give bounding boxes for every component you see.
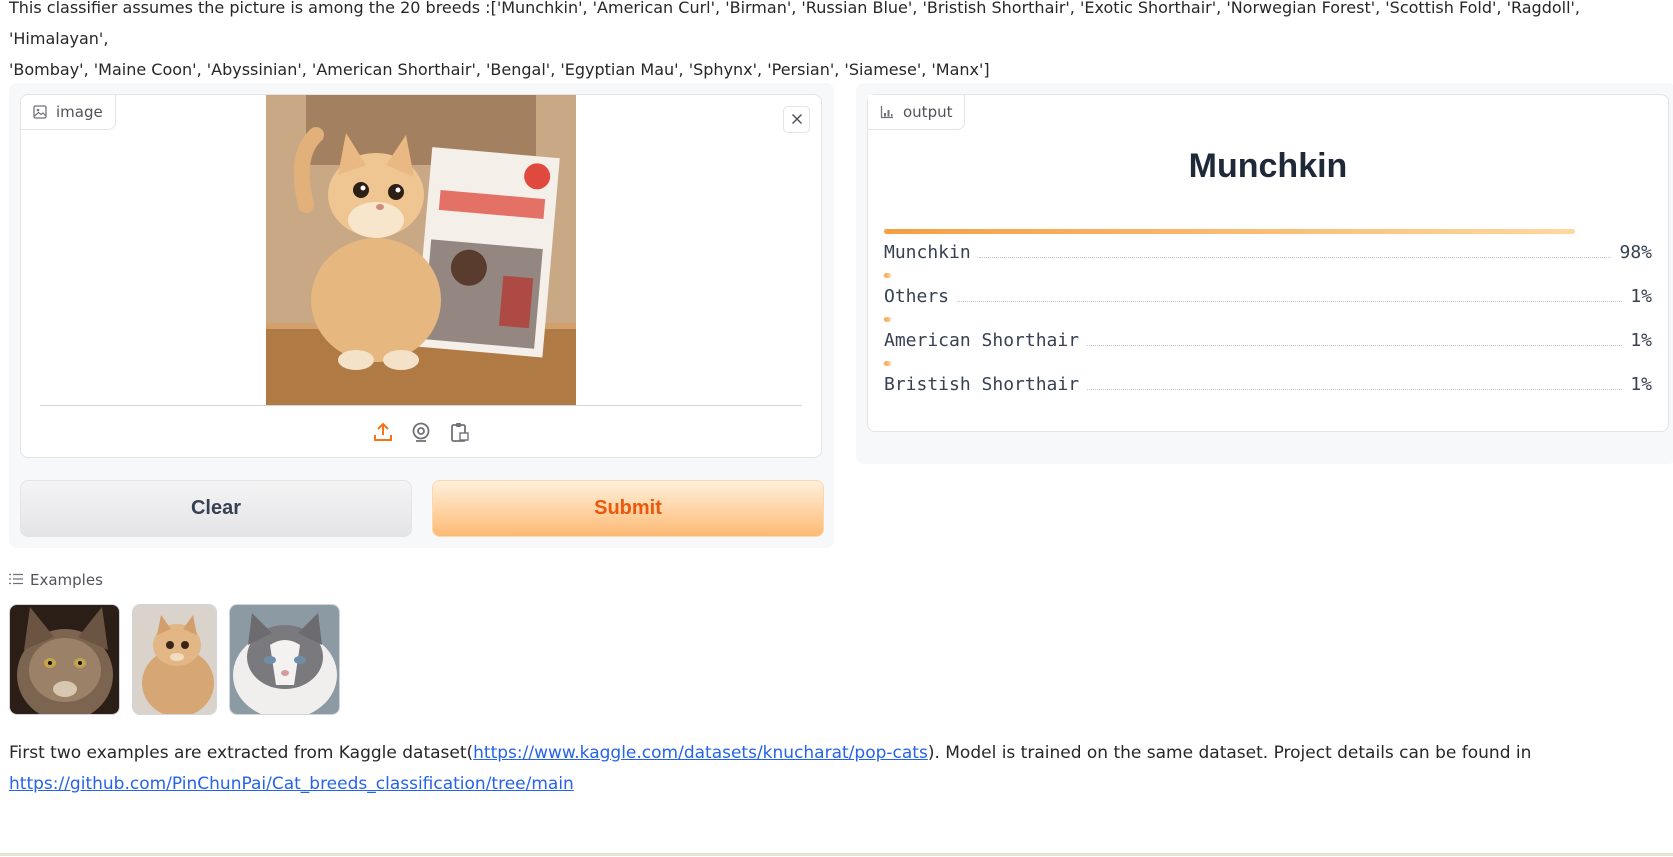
confidence-row: Munchkin 98%: [884, 242, 1652, 263]
confidence-row: Others 1%: [884, 286, 1652, 307]
example-thumbnail-3[interactable]: [229, 604, 340, 715]
footer-text: First two examples are extracted from Ka…: [9, 738, 1609, 800]
dotted-leader: [978, 257, 1612, 258]
list-icon: [9, 571, 23, 589]
close-icon: [791, 110, 803, 129]
confidence-label: Others: [884, 286, 950, 307]
output-label-tag: output: [868, 95, 966, 130]
output-label: output: [903, 103, 953, 121]
dotted-leader: [1087, 389, 1623, 390]
confidence-label: American Shorthair: [884, 330, 1080, 351]
image-icon: [33, 105, 47, 119]
page-bottom-edge: [0, 853, 1673, 856]
confidence-bar: [884, 317, 891, 322]
footer-text-1: First two examples are extracted from Ka…: [9, 743, 474, 763]
confidence-list: Munchkin 98% Others 1% American Shorthair 1% B…: [884, 229, 1652, 395]
examples-header: Examples: [9, 571, 103, 589]
clear-image-button[interactable]: [783, 106, 810, 133]
confidence-bar: [884, 229, 1575, 234]
predicted-label: Munchkin: [1188, 147, 1348, 185]
image-label: image: [56, 103, 103, 121]
github-project-link[interactable]: https://github.com/PinChunPai/Cat_breeds…: [9, 774, 574, 794]
confidence-item: Bristish Shorthair 1%: [884, 361, 1652, 395]
output-panel: output Munchkin Munchkin 98% Others 1% Ameri…: [856, 83, 1673, 464]
description: This classifier assumes the picture is a…: [9, 0, 1669, 85]
description-line-1: This classifier assumes the picture is a…: [9, 0, 1581, 48]
confidence-bar: [884, 273, 891, 278]
example-thumbnail-1[interactable]: [9, 604, 120, 715]
footer-text-2: ). Model is trained on the same dataset.…: [927, 743, 1532, 763]
confidence-bar: [884, 361, 891, 366]
label-output: output Munchkin Munchkin 98% Others 1% Ameri…: [867, 94, 1669, 432]
confidence-row: American Shorthair 1%: [884, 330, 1652, 351]
upload-icon[interactable]: [371, 420, 395, 444]
confidence-label: Munchkin: [884, 242, 971, 263]
confidence-percent: 1%: [1630, 286, 1652, 307]
example-thumbnail-2[interactable]: [132, 604, 217, 715]
clipboard-icon[interactable]: [447, 420, 471, 444]
uploaded-image: [266, 95, 576, 405]
divider: [40, 405, 802, 406]
confidence-percent: 98%: [1619, 242, 1652, 263]
confidence-item: American Shorthair 1%: [884, 317, 1652, 351]
clear-button[interactable]: Clear: [20, 480, 412, 537]
confidence-percent: 1%: [1630, 374, 1652, 395]
confidence-item: Others 1%: [884, 273, 1652, 307]
description-line-2: 'Bombay', 'Maine Coon', 'Abyssinian', 'A…: [9, 60, 990, 79]
source-selector: [21, 417, 821, 447]
bar-chart-icon: [880, 105, 894, 119]
image-input[interactable]: image: [20, 94, 822, 458]
examples-label: Examples: [30, 571, 103, 589]
input-panel: image Clear Submit: [9, 83, 834, 548]
submit-button[interactable]: Submit: [432, 480, 824, 537]
confidence-percent: 1%: [1630, 330, 1652, 351]
kaggle-dataset-link[interactable]: https://www.kaggle.com/datasets/knuchara…: [473, 743, 928, 763]
confidence-item: Munchkin 98%: [884, 229, 1652, 263]
dotted-leader: [1087, 345, 1623, 346]
confidence-label: Bristish Shorthair: [884, 374, 1080, 395]
image-label-tag: image: [21, 95, 116, 130]
confidence-row: Bristish Shorthair 1%: [884, 374, 1652, 395]
webcam-icon[interactable]: [409, 420, 433, 444]
dotted-leader: [957, 301, 1623, 302]
